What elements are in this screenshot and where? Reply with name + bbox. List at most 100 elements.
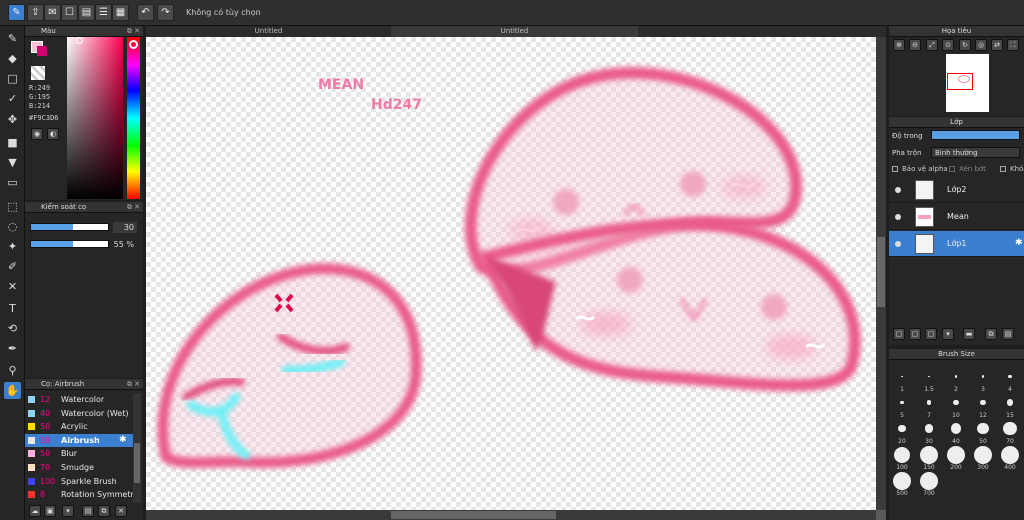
brush-size-preset[interactable]: 20 (892, 419, 912, 445)
brush-list-item[interactable]: 8 Rotation Symmetry (25, 488, 138, 501)
pin-icon[interactable]: ⧉ ✕ (127, 379, 140, 390)
rectangle-fill-icon[interactable]: ■ (4, 134, 21, 151)
list-icon[interactable]: ☰ (95, 4, 112, 21)
select-eraser-icon[interactable]: ✕ (4, 278, 21, 295)
brush-list-item[interactable]: 40 Watercolor (Wet) (25, 407, 133, 420)
new-layer-icon[interactable]: ▢ (893, 328, 905, 340)
layer-row[interactable]: Lớp2 (889, 177, 1024, 203)
brush-size-slider[interactable] (30, 223, 109, 231)
brush-size-preset[interactable]: 30 (919, 419, 939, 445)
brush-size-preset[interactable]: 50 (973, 419, 993, 445)
brush-opacity-slider[interactable] (30, 240, 109, 248)
brush-size-preset[interactable]: 12 (973, 393, 993, 419)
chat-icon[interactable]: ☐ (61, 4, 78, 21)
redo-icon[interactable]: ↷ (157, 4, 174, 21)
new-layer-2-icon[interactable]: ▢ (909, 328, 921, 340)
brush-size-preset[interactable]: 500 (892, 471, 912, 497)
zoom-in-icon[interactable]: ⊕ (893, 39, 905, 51)
fullscreen-icon[interactable]: ⛶ (1007, 39, 1019, 51)
brush-tool-icon[interactable]: ✎ (4, 30, 21, 47)
brush-size-preset[interactable]: 300 (973, 445, 993, 471)
brush-size-value[interactable]: 30 (113, 222, 137, 233)
brush-mode-icon[interactable]: ✎ (8, 4, 25, 21)
bucket-tool-icon[interactable]: ▼ (4, 154, 21, 171)
layer-opacity-slider[interactable] (931, 130, 1020, 140)
comment-icon[interactable]: ✉ (44, 4, 61, 21)
brush-settings-icon[interactable]: ✱ (119, 434, 127, 447)
color-adjust-icon[interactable]: ◐ (47, 128, 59, 140)
brush-menu-icon[interactable]: ▾ (62, 505, 74, 517)
visibility-icon[interactable] (895, 241, 901, 247)
saturation-value-picker[interactable] (67, 37, 123, 199)
brush-list-item[interactable]: 70 Smudge (25, 461, 133, 474)
eraser-tool-icon[interactable]: ◆ (4, 50, 21, 67)
duplicate-layer-icon[interactable]: ⧉ (985, 328, 997, 340)
lock-checkbox[interactable] (1000, 166, 1006, 172)
color-picker-cursor[interactable] (76, 37, 83, 44)
brush-doc-icon[interactable]: ▤ (82, 505, 94, 517)
brush-size-preset[interactable]: 4 (1000, 367, 1020, 393)
visibility-icon[interactable] (895, 187, 901, 193)
brush-size-preset[interactable]: 7 (919, 393, 939, 419)
brush-size-preset[interactable]: 100 (892, 445, 912, 471)
blend-mode-select[interactable]: Bình thường (931, 147, 1020, 158)
dropper-tool-icon[interactable]: ✒ (4, 340, 21, 357)
brush-size-preset[interactable]: 2 (946, 367, 966, 393)
layer-row-selected[interactable]: Lớp1 ✱ (889, 231, 1024, 257)
reset-rotate-icon[interactable]: ◎ (975, 39, 987, 51)
export-icon[interactable]: ⇪ (27, 4, 44, 21)
navigator-thumbnail[interactable] (946, 54, 989, 112)
brush-size-preset[interactable]: 700 (919, 471, 939, 497)
brush-size-preset[interactable]: 150 (919, 445, 939, 471)
clipping-checkbox[interactable] (949, 166, 955, 172)
zoom-out-icon[interactable]: ⊖ (909, 39, 921, 51)
brush-list-item[interactable]: 50 Acrylic (25, 420, 133, 433)
brush-list-item[interactable]: 12 Watercolor (25, 393, 133, 406)
brush-size-preset[interactable]: 200 (946, 445, 966, 471)
brush-size-preset[interactable]: 5 (892, 393, 912, 419)
drawing-canvas[interactable]: MEAN Hd247 (146, 37, 876, 510)
eyedropper-icon[interactable]: ⚲ (4, 362, 21, 379)
tab-untitled-1[interactable]: Untitled (146, 26, 391, 37)
new-layer-3-icon[interactable]: ▢ (925, 328, 937, 340)
gradient-tool-icon[interactable]: ▭ (4, 174, 21, 191)
flip-icon[interactable]: ⇄ (991, 39, 1003, 51)
brush-list-item[interactable]: 30 Airbrush ✱ (25, 433, 133, 447)
brush-size-preset[interactable]: 70 (1000, 419, 1020, 445)
fit-icon[interactable]: ⤢ (926, 39, 938, 51)
grid-icon[interactable]: ▦ (112, 4, 129, 21)
brush-size-preset[interactable]: 1.5 (919, 367, 939, 393)
cloud-icon[interactable]: ☁ (29, 505, 41, 517)
canvas-vertical-scrollbar[interactable] (876, 37, 886, 510)
brush-size-preset[interactable]: 15 (1000, 393, 1020, 419)
pin-icon[interactable]: ⧉ ✕ (127, 26, 140, 37)
hue-cursor[interactable] (129, 40, 138, 49)
protect-alpha-checkbox[interactable] (892, 166, 898, 172)
brush-list-scrollbar[interactable] (133, 393, 141, 503)
lasso-icon[interactable]: ◌ (4, 218, 21, 235)
frame-tool-icon[interactable]: ⟲ (4, 320, 21, 337)
brush-copy-icon[interactable]: ⧉ (98, 505, 110, 517)
select-rect-icon[interactable]: ⬚ (4, 198, 21, 215)
actual-size-icon[interactable]: ⊙ (942, 39, 954, 51)
rotate-icon[interactable]: ↻ (959, 39, 971, 51)
brush-delete-icon[interactable]: ✕ (115, 505, 127, 517)
hue-slider[interactable] (127, 37, 140, 199)
brush-list-item[interactable]: 50 Blur (25, 447, 133, 460)
brush-opacity-value[interactable]: 55 % (113, 239, 137, 250)
brush-size-preset[interactable]: 400 (1000, 445, 1020, 471)
brush-size-preset[interactable]: 40 (946, 419, 966, 445)
undo-icon[interactable]: ↶ (137, 4, 154, 21)
secondary-color-swatch[interactable] (37, 46, 47, 56)
line-tool-icon[interactable]: ✓ (4, 90, 21, 107)
document-icon[interactable]: ▤ (78, 4, 95, 21)
hand-tool-icon[interactable]: ✋ (4, 382, 21, 399)
palette-icon[interactable]: ◉ (31, 128, 43, 140)
text-tool-icon[interactable]: T (4, 300, 21, 317)
canvas-area[interactable]: MEAN Hd247 (146, 37, 886, 520)
visibility-icon[interactable] (895, 214, 901, 220)
canvas-horizontal-scrollbar[interactable] (146, 510, 876, 520)
merge-layer-icon[interactable]: ▤ (1002, 328, 1014, 340)
brush-list-item[interactable]: 100 Sparkle Brush (25, 475, 133, 488)
folder-icon[interactable]: ▬ (963, 328, 975, 340)
